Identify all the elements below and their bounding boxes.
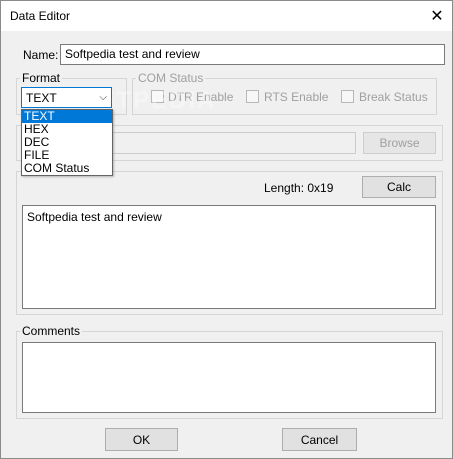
close-icon[interactable]: ✕: [422, 2, 452, 30]
data-editor-window: Data Editor ✕ Name: Softpedia test and r…: [0, 0, 453, 459]
browse-button[interactable]: Browse: [363, 132, 436, 154]
chevron-down-icon: ⌵: [99, 92, 107, 103]
dtr-enable-checkbox[interactable]: [151, 90, 164, 103]
calc-button[interactable]: Calc: [362, 176, 436, 198]
name-input[interactable]: Softpedia test and review: [60, 44, 445, 65]
dtr-enable-label: DTR Enable: [168, 90, 234, 104]
break-status-checkbox[interactable]: [341, 90, 354, 103]
window-title: Data Editor: [10, 9, 71, 23]
rts-enable-label: RTS Enable: [264, 90, 329, 104]
length-label: Length: 0x19: [264, 181, 334, 195]
format-dropdown-list: TEXT HEX DEC FILE COM Status: [21, 109, 113, 176]
com-status-legend: COM Status: [136, 71, 206, 85]
format-option-com-status[interactable]: COM Status: [22, 162, 112, 175]
ok-button[interactable]: OK: [105, 428, 178, 451]
comments-legend: Comments: [20, 324, 83, 338]
format-select[interactable]: TEXT ⌵: [21, 87, 112, 108]
name-label: Name:: [23, 48, 59, 62]
format-legend: Format: [20, 71, 63, 85]
content-textarea[interactable]: Softpedia test and review: [22, 205, 436, 309]
comments-textarea[interactable]: [22, 342, 436, 413]
rts-enable-checkbox[interactable]: [246, 90, 259, 103]
title-bar: Data Editor ✕: [1, 1, 452, 31]
cancel-button[interactable]: Cancel: [282, 428, 357, 451]
break-status-label: Break Status: [359, 90, 428, 104]
format-select-value: TEXT: [26, 90, 57, 105]
